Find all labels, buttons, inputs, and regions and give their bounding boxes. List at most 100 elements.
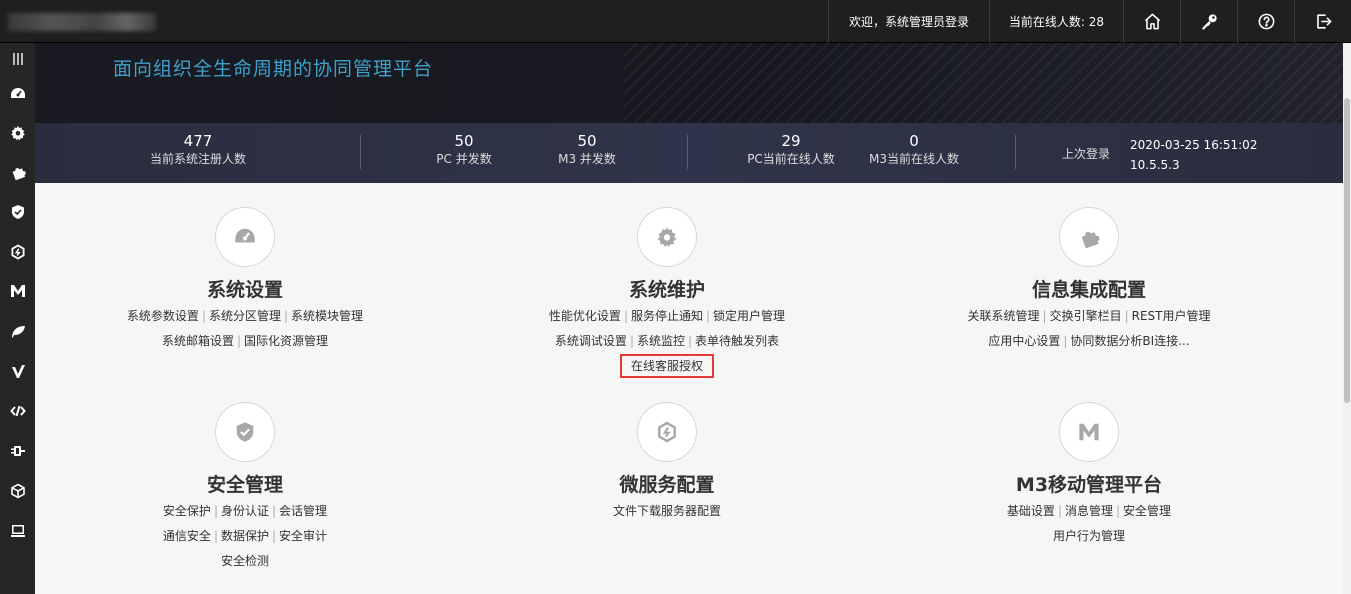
link-debug-settings[interactable]: 系统调试设置 xyxy=(555,334,627,348)
v-icon xyxy=(11,365,25,378)
link-data-protection[interactable]: 数据保护 xyxy=(221,529,269,543)
sidebar-item-m3[interactable] xyxy=(0,279,35,303)
dashboard-icon xyxy=(235,228,255,243)
online-users-count[interactable]: 当前在线人数: 28 xyxy=(989,0,1123,43)
module-title: 微服务配置 xyxy=(619,474,715,496)
module-icon-info-integration[interactable] xyxy=(1059,207,1119,267)
scrollbar-thumb[interactable] xyxy=(1344,98,1350,403)
link-app-center[interactable]: 应用中心设置 xyxy=(988,334,1060,348)
link-security-audit[interactable]: 安全审计 xyxy=(279,529,327,543)
hexagon-bolt-icon xyxy=(658,421,676,443)
link-online-support-authorization[interactable]: 在线客服授权 xyxy=(619,354,714,378)
link-performance-optimization[interactable]: 性能优化设置 xyxy=(549,309,621,323)
link-rest-users[interactable]: REST用户管理 xyxy=(1132,309,1211,323)
link-related-systems[interactable]: 关联系统管理 xyxy=(968,309,1040,323)
sidebar-item-settings[interactable] xyxy=(0,121,35,145)
link-locked-users[interactable]: 锁定用户管理 xyxy=(713,309,785,323)
module-links: 性能优化设置 | 服务停止通知 | 锁定用户管理 系统调试设置 | 系统监控 | 表单待触发列表… xyxy=(487,304,847,379)
module-title: 系统设置 xyxy=(206,279,283,301)
stat-m3-concurrent: 50 M3 并发数 xyxy=(537,132,637,168)
plugin-icon xyxy=(1081,231,1100,248)
module-security: 安全管理 安全保护 | 身份认证 | 会话管理 通信安全 | 数据保护 | 安全审计 安全检测 xyxy=(65,402,425,574)
home-button[interactable] xyxy=(1123,0,1180,43)
module-m3: M3移动管理平台 基础设置 | 消息管理 | 安全管理 用户行为管理 xyxy=(909,402,1269,549)
sidebar-item-code[interactable] xyxy=(0,399,35,423)
stat-pc-concurrent-label: PC 并发数 xyxy=(436,152,492,166)
left-sidebar xyxy=(0,43,35,594)
sidebar-item-dashboard[interactable] xyxy=(0,82,35,106)
link-communication-security[interactable]: 通信安全 xyxy=(163,529,211,543)
banner-background: 面向组织全生命周期的协同管理平台 xyxy=(35,43,1343,123)
module-icon-system-settings[interactable] xyxy=(215,207,275,267)
sidebar-item-monitor[interactable] xyxy=(0,519,35,543)
link-session-management[interactable]: 会话管理 xyxy=(279,504,327,518)
link-basic-settings[interactable]: 基础设置 xyxy=(1007,504,1055,518)
module-title: 系统维护 xyxy=(628,279,705,301)
home-icon xyxy=(1144,13,1160,30)
welcome-text: 欢迎，系统管理员登录 xyxy=(828,0,989,43)
module-links: 安全保护 | 身份认证 | 会话管理 通信安全 | 数据保护 | 安全审计 安全检测 xyxy=(162,504,328,568)
last-login-label: 上次登录 xyxy=(1062,147,1111,161)
cube-icon xyxy=(10,483,25,499)
link-m3-security[interactable]: 安全管理 xyxy=(1123,504,1171,518)
help-button[interactable] xyxy=(1237,0,1294,43)
stat-m3-concurrent-label: M3 并发数 xyxy=(558,152,616,166)
sidebar-item-microservice[interactable] xyxy=(0,240,35,264)
sidebar-item-integration[interactable] xyxy=(0,160,35,184)
dashboard-icon xyxy=(10,88,25,98)
module-system-maintenance: 系统维护 性能优化设置 | 服务停止通知 | 锁定用户管理 系统调试设置 | 系统监控 | 表单… xyxy=(487,207,847,379)
link-i18n-resources[interactable]: 国际化资源管理 xyxy=(244,334,328,348)
link-service-stop-notice[interactable]: 服务停止通知 xyxy=(631,309,703,323)
module-links: 文件下载服务器配置 xyxy=(487,499,847,524)
logout-button[interactable] xyxy=(1294,0,1351,43)
link-security-check[interactable]: 安全检测 xyxy=(221,554,269,568)
stats-bar: 477 当前系统注册人数 50 PC 并发数 50 M3 并发数 29 PC当前… xyxy=(35,123,1343,183)
sidebar-item-leaf[interactable] xyxy=(0,319,35,343)
shield-icon xyxy=(11,205,24,219)
link-form-trigger-list[interactable]: 表单待触发列表 xyxy=(695,334,779,348)
shield-icon xyxy=(236,422,254,442)
sidebar-item-cube[interactable] xyxy=(0,479,35,503)
last-login-time: 2020-03-25 16:51:02 xyxy=(1130,138,1258,152)
stat-m3-concurrent-value: 50 xyxy=(577,132,597,150)
top-right-actions: 欢迎，系统管理员登录 当前在线人数: 28 xyxy=(828,0,1351,43)
link-system-monitor[interactable]: 系统监控 xyxy=(637,334,685,348)
module-links: 关联系统管理 | 交换引擎栏目 | REST用户管理 应用中心设置 | 协同数据分析BI连接… xyxy=(967,309,1211,348)
link-system-partition[interactable]: 系统分区管理 xyxy=(209,309,281,323)
link-file-download-server[interactable]: 文件下载服务器配置 xyxy=(613,504,721,518)
link-identity-auth[interactable]: 身份认证 xyxy=(221,504,269,518)
link-bi-connection[interactable]: 协同数据分析BI连接... xyxy=(1070,334,1189,348)
module-microservice: 微服务配置 文件下载服务器配置 xyxy=(487,402,847,524)
page-scrollbar[interactable] xyxy=(1343,43,1351,594)
link-user-behavior[interactable]: 用户行为管理 xyxy=(1053,529,1125,543)
module-icon-system-maintenance[interactable] xyxy=(637,207,697,267)
gear-icon xyxy=(10,126,25,141)
stat-registered-value: 477 xyxy=(183,132,213,150)
link-message-management[interactable]: 消息管理 xyxy=(1065,504,1113,518)
sidebar-menu-toggle[interactable] xyxy=(0,47,35,71)
gear-icon xyxy=(657,227,677,248)
stat-pc-concurrent-value: 50 xyxy=(454,132,474,150)
sidebar-item-plug[interactable] xyxy=(0,439,35,463)
module-system-settings: 系统设置 系统参数设置 | 系统分区管理 | 系统模块管理 系统邮箱设置 | 国际化资源管理 xyxy=(65,207,425,354)
link-system-modules[interactable]: 系统模块管理 xyxy=(291,309,363,323)
module-icon-security[interactable] xyxy=(215,402,275,462)
stat-m3-online-label: M3当前在线人数 xyxy=(869,152,959,166)
sidebar-item-v[interactable] xyxy=(0,359,35,383)
stat-registered-label: 当前系统注册人数 xyxy=(149,152,246,166)
logo xyxy=(8,13,156,31)
module-icon-m3[interactable] xyxy=(1059,402,1119,462)
stat-m3-online-value: 0 xyxy=(909,132,919,150)
key-button[interactable] xyxy=(1180,0,1237,43)
m3-icon xyxy=(1079,423,1099,441)
sidebar-item-security[interactable] xyxy=(0,200,35,224)
link-system-params[interactable]: 系统参数设置 xyxy=(127,309,199,323)
stat-pc-online-label: PC当前在线人数 xyxy=(747,152,835,166)
link-exchange-engine[interactable]: 交换引擎栏目 xyxy=(1050,309,1122,323)
link-security-protection[interactable]: 安全保护 xyxy=(163,504,211,518)
module-title: 安全管理 xyxy=(206,474,283,496)
module-icon-microservice[interactable] xyxy=(637,402,697,462)
menu-toggle-icon xyxy=(12,53,23,65)
m3-icon xyxy=(10,285,25,297)
link-system-mailbox[interactable]: 系统邮箱设置 xyxy=(162,334,234,348)
